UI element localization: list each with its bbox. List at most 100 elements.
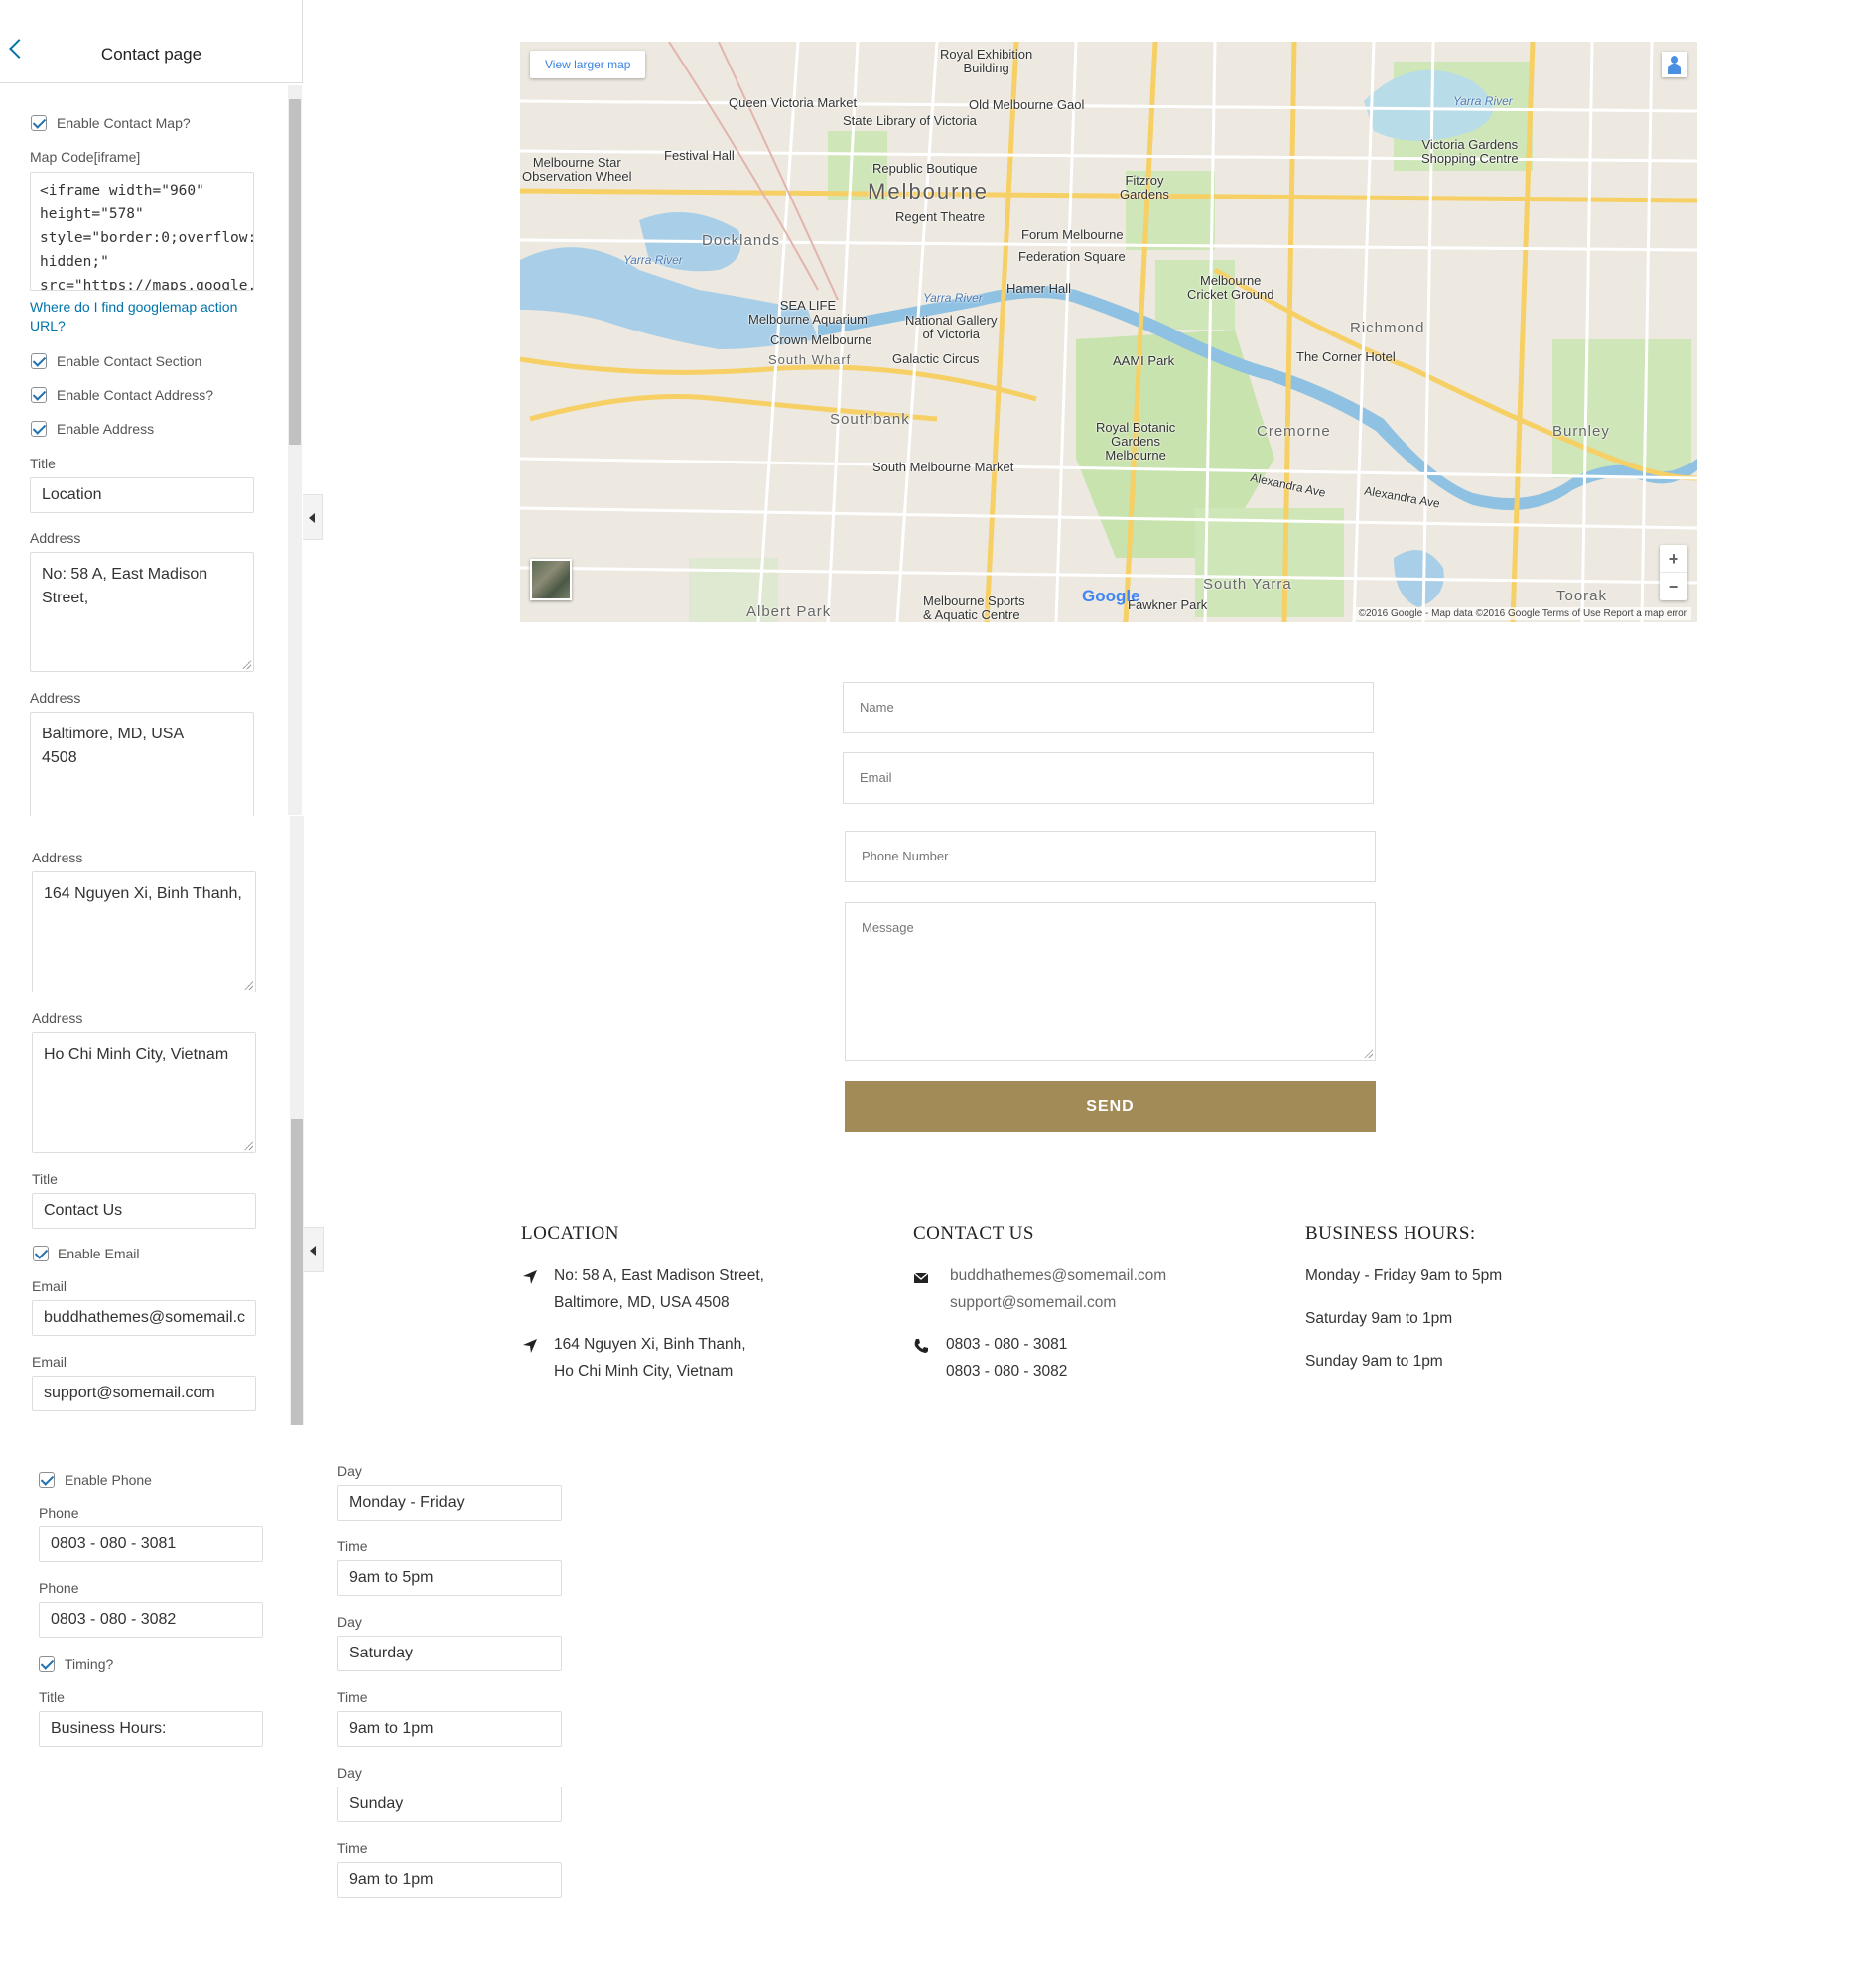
enable-email-checkbox[interactable] bbox=[33, 1246, 49, 1261]
resize-grip-icon[interactable] bbox=[1364, 1049, 1373, 1058]
map-label-richmond: Richmond bbox=[1350, 320, 1425, 336]
resize-grip-icon[interactable] bbox=[244, 981, 253, 990]
enable-contact-section-label: Enable Contact Section bbox=[57, 353, 202, 369]
email-input-1[interactable]: buddhathemes@somemail.c bbox=[32, 1300, 256, 1336]
day-input-3[interactable]: Sunday bbox=[337, 1786, 562, 1822]
resize-grip-icon[interactable] bbox=[244, 1141, 253, 1150]
map-label-southbank: Southbank bbox=[830, 411, 910, 428]
time-input-1[interactable]: 9am to 5pm bbox=[337, 1560, 562, 1596]
map-label-sports: Melbourne Sports & Aquatic Centre bbox=[923, 594, 1025, 622]
enable-contact-section-checkbox[interactable] bbox=[31, 353, 47, 369]
map-label-smm: South Melbourne Market bbox=[872, 460, 1014, 474]
time-label: Time bbox=[337, 1840, 368, 1856]
map-label-docklands: Docklands bbox=[702, 232, 781, 249]
address-label: Address bbox=[30, 690, 81, 706]
map-label-victoria-gardens: Victoria Gardens Shopping Centre bbox=[1421, 137, 1519, 166]
customizer-header: Contact page bbox=[0, 0, 303, 83]
map-label-fitzroy: Fitzroy Gardens bbox=[1120, 173, 1169, 201]
customizer-scrollbar-thumb[interactable] bbox=[289, 99, 301, 445]
map-label-ngv: National Gallery of Victoria bbox=[905, 313, 998, 341]
enable-address-checkbox[interactable] bbox=[31, 421, 47, 437]
pegman-icon[interactable] bbox=[1662, 52, 1687, 77]
enable-contact-address-label: Enable Contact Address? bbox=[57, 387, 213, 403]
map-label-burnley: Burnley bbox=[1552, 423, 1610, 440]
map-label-yarra-river: Yarra River bbox=[1453, 94, 1513, 108]
collapse-sidebar-icon[interactable] bbox=[303, 494, 323, 540]
location-title-input[interactable]: Location bbox=[30, 477, 254, 513]
map-label-queen-vic: Queen Victoria Market bbox=[729, 95, 858, 110]
send-button[interactable]: SEND bbox=[845, 1081, 1376, 1132]
map-label-royal-exhibition: Royal Exhibition Building bbox=[940, 47, 1033, 75]
address-textarea-2[interactable]: Baltimore, MD, USA 4508 bbox=[30, 712, 254, 832]
googlemap-help-link[interactable]: Where do I find googlemap action URL? bbox=[30, 298, 258, 335]
contact-phone-1: 0803 - 080 - 3081 bbox=[946, 1336, 1068, 1353]
message-placeholder: Message bbox=[862, 920, 914, 935]
email-input[interactable]: Email bbox=[843, 752, 1374, 804]
enable-address-label: Enable Address bbox=[57, 421, 155, 437]
enable-map-label: Enable Contact Map? bbox=[57, 115, 191, 131]
phone-input-2[interactable]: 0803 - 080 - 3082 bbox=[39, 1602, 263, 1638]
email-input-2[interactable]: support@somemail.com bbox=[32, 1376, 256, 1411]
zoom-in-button[interactable]: + bbox=[1660, 545, 1687, 573]
time-label: Time bbox=[337, 1538, 368, 1554]
day-input-1[interactable]: Monday - Friday bbox=[337, 1485, 562, 1521]
contact-email-1[interactable]: buddhathemes@somemail.com bbox=[950, 1262, 1166, 1289]
email-label: Email bbox=[32, 1278, 67, 1294]
enable-phone-checkbox[interactable] bbox=[39, 1472, 55, 1488]
name-input[interactable]: Name bbox=[843, 682, 1374, 733]
view-larger-map-link[interactable]: View larger map bbox=[530, 51, 646, 78]
satellite-toggle[interactable] bbox=[530, 559, 572, 600]
time-label: Time bbox=[337, 1689, 368, 1705]
contact-title-input[interactable]: Contact Us bbox=[32, 1193, 256, 1229]
enable-contact-address-checkbox[interactable] bbox=[31, 387, 47, 403]
map-attribution[interactable]: ©2016 Google - Map data ©2016 Google Ter… bbox=[1354, 607, 1691, 620]
customizer-scrollbar-thumb[interactable] bbox=[291, 1119, 303, 1425]
message-textarea[interactable]: Message bbox=[845, 902, 1376, 1061]
collapse-sidebar-icon[interactable] bbox=[304, 1227, 324, 1272]
address-value-1: No: 58 A, East Madison Street, bbox=[42, 566, 208, 606]
google-map[interactable]: Melbourne Docklands Southbank Richmond C… bbox=[520, 42, 1697, 622]
address-textarea-3[interactable]: 164 Nguyen Xi, Binh Thanh, bbox=[32, 871, 256, 992]
address-textarea-4[interactable]: Ho Chi Minh City, Vietnam bbox=[32, 1032, 256, 1153]
google-logo: Google bbox=[1082, 587, 1140, 605]
map-label-sealife: SEA LIFE Melbourne Aquarium bbox=[748, 298, 868, 327]
time-input-2[interactable]: 9am to 1pm bbox=[337, 1711, 562, 1747]
map-label-galactic: Galactic Circus bbox=[892, 351, 980, 366]
phone-input-1[interactable]: 0803 - 080 - 3081 bbox=[39, 1526, 263, 1562]
time-input-3[interactable]: 9am to 1pm bbox=[337, 1862, 562, 1898]
address-value-2: Baltimore, MD, USA 4508 bbox=[42, 726, 185, 766]
map-label-aami: AAMI Park bbox=[1113, 353, 1175, 368]
location-2-line-2: Ho Chi Minh City, Vietnam bbox=[554, 1363, 734, 1380]
enable-email-label: Enable Email bbox=[58, 1246, 140, 1261]
hours-title-input[interactable]: Business Hours: bbox=[39, 1711, 263, 1747]
phone-label: Phone bbox=[39, 1580, 79, 1596]
location-1-line-2: Baltimore, MD, USA 4508 bbox=[554, 1294, 730, 1311]
map-label-south-yarra: South Yarra bbox=[1203, 576, 1292, 593]
customizer-panel-middle: Address 164 Nguyen Xi, Binh Thanh, Addre… bbox=[0, 816, 306, 1425]
zoom-out-button[interactable]: − bbox=[1660, 573, 1687, 600]
timing-checkbox[interactable] bbox=[39, 1656, 55, 1672]
map-code-textarea[interactable]: <iframe width="960" height="578" style="… bbox=[30, 172, 254, 291]
map-label-melbourne: Melbourne bbox=[868, 179, 989, 203]
address-value-3: 164 Nguyen Xi, Binh Thanh, bbox=[44, 885, 242, 902]
contact-email-2[interactable]: support@somemail.com bbox=[950, 1289, 1116, 1316]
address-value-4: Ho Chi Minh City, Vietnam bbox=[44, 1046, 229, 1063]
zoom-control[interactable]: + − bbox=[1660, 545, 1687, 600]
day-input-2[interactable]: Saturday bbox=[337, 1636, 562, 1671]
enable-map-checkbox[interactable] bbox=[31, 115, 47, 131]
resize-grip-icon[interactable] bbox=[242, 660, 251, 669]
map-label-botanic: Royal Botanic Gardens Melbourne bbox=[1096, 420, 1176, 463]
email-label: Email bbox=[32, 1354, 67, 1370]
map-label-regent: Regent Theatre bbox=[895, 209, 986, 224]
enable-phone-label: Enable Phone bbox=[65, 1472, 152, 1488]
contact-heading: CONTACT US bbox=[913, 1223, 1034, 1244]
phone-input[interactable]: Phone Number bbox=[845, 831, 1376, 882]
address-textarea-1[interactable]: No: 58 A, East Madison Street, bbox=[30, 552, 254, 672]
hours-line-2: Saturday 9am to 1pm bbox=[1305, 1310, 1453, 1327]
phone-icon bbox=[914, 1339, 928, 1353]
phone-label: Phone bbox=[39, 1505, 79, 1521]
hours-line-1: Monday - Friday 9am to 5pm bbox=[1305, 1267, 1503, 1284]
map-label-star-wheel: Melbourne Star Observation Wheel bbox=[522, 155, 632, 184]
location-1-line-1: No: 58 A, East Madison Street, bbox=[554, 1267, 764, 1284]
panel-title: Contact page bbox=[100, 45, 202, 64]
